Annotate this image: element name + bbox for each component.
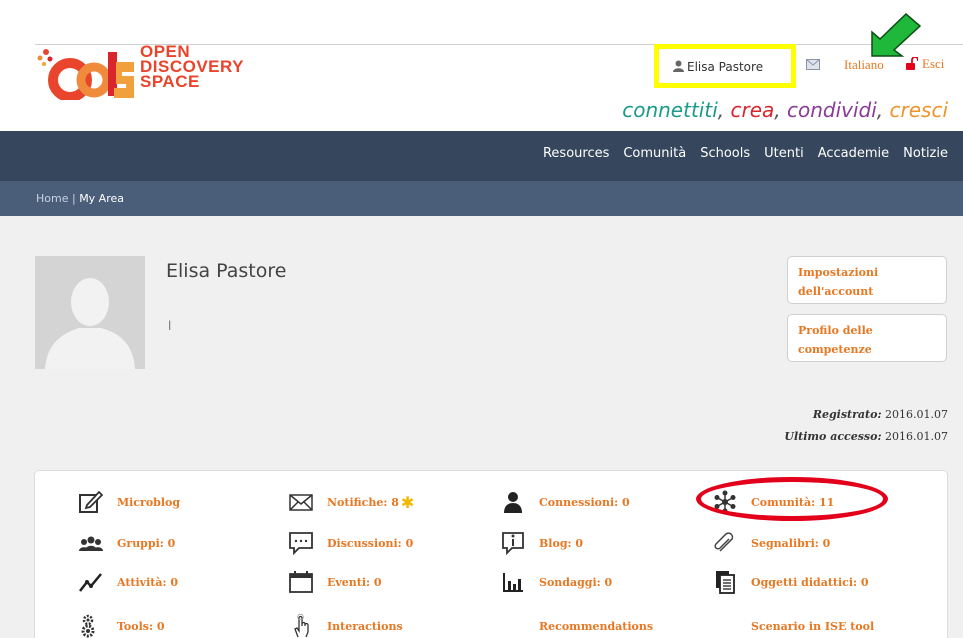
ods-logo[interactable]: OPEN DISCOVERY SPACE	[36, 43, 266, 100]
menu-item-discussioni[interactable]: Discussioni: 0	[289, 529, 413, 557]
menu-item-microblog[interactable]: Microblog	[79, 488, 180, 516]
menu-label: Notifiche: 8	[327, 495, 399, 509]
user-menu[interactable]: Elisa Pastore	[673, 60, 763, 74]
logout-label: Esci	[922, 56, 945, 71]
menu-label: Recommendations	[539, 619, 654, 633]
menu-label: Discussioni: 0	[327, 536, 414, 550]
menu-label: Interactions	[327, 619, 403, 633]
breadcrumb: Home | My Area	[36, 192, 124, 205]
menu-label: Blog: 0	[539, 536, 584, 550]
red-ellipse-annotation	[696, 477, 888, 521]
logo-line-3: SPACE	[140, 72, 200, 91]
menu-label: Oggetti didattici: 0	[751, 575, 869, 589]
menu-label: Segnalibri: 0	[751, 536, 831, 550]
new-notification-star-icon: ✱	[400, 492, 415, 512]
menu-item-connessioni[interactable]: Connessioni: 0	[501, 488, 630, 516]
main-nav: Resources Comunità Schools Utenti Accade…	[0, 131, 963, 181]
green-arrow-annotation	[871, 12, 922, 57]
user-name: Elisa Pastore	[687, 60, 764, 74]
menu-item-oggetti-didattici[interactable]: Oggetti didattici: 0	[713, 568, 869, 596]
tagline-word-4: cresci	[889, 98, 949, 122]
nav-item-comunita[interactable]: Comunità	[623, 146, 686, 161]
breadcrumb-home[interactable]: Home	[36, 192, 68, 205]
scenario-icon-placeholder	[713, 614, 737, 638]
last-access-value: 2016.01.07	[885, 430, 948, 443]
logout-link[interactable]: Esci	[906, 56, 944, 72]
paperclip-icon	[714, 532, 734, 552]
person-icon	[504, 492, 522, 513]
registration-info: Registrato: 2016.01.07 Ultimo accesso: 2…	[784, 404, 948, 448]
nav-item-resources[interactable]: Resources	[543, 146, 609, 161]
registered-value: 2016.01.07	[885, 408, 948, 421]
menu-item-notifiche[interactable]: Notifiche: 8 ✱	[289, 488, 414, 516]
ods-logo-mark	[37, 49, 134, 100]
account-settings-button[interactable]: Impostazioni dell'account	[787, 256, 947, 304]
calendar-icon	[289, 571, 313, 593]
language-selector[interactable]: Italiano	[844, 57, 884, 73]
registered-label: Registrato:	[812, 408, 882, 421]
menu-label: Tools: 0	[117, 619, 165, 633]
breadcrumb-sep: |	[68, 192, 80, 205]
tagline-word-1: connettiti	[622, 98, 718, 122]
blog-icon	[502, 532, 524, 555]
menu-item-scenario-ise[interactable]: Scenario in ISE tool	[713, 612, 874, 638]
tagline-sep-2: ,	[774, 98, 787, 122]
profile-section: Elisa Pastore l Impostazioni dell'accoun…	[0, 216, 963, 638]
nav-item-accademie[interactable]: Accademie	[818, 146, 889, 161]
avatar	[35, 256, 145, 369]
chat-icon	[289, 532, 313, 555]
menu-item-segnalibri[interactable]: Segnalibri: 0	[713, 529, 830, 557]
breadcrumb-current: My Area	[79, 192, 124, 205]
user-icon	[673, 60, 684, 72]
group-icon	[79, 536, 103, 551]
menu-label: Connessioni: 0	[539, 495, 630, 509]
tagline-word-3: condividi	[786, 98, 877, 122]
nav-item-utenti[interactable]: Utenti	[764, 146, 804, 161]
default-avatar-icon	[35, 256, 145, 369]
bar-chart-icon	[503, 573, 523, 592]
menu-label: Gruppi: 0	[117, 536, 176, 550]
tagline-sep-3: ,	[876, 98, 890, 122]
profile-name: Elisa Pastore	[166, 260, 287, 282]
menu-item-blog[interactable]: Blog: 0	[501, 529, 583, 557]
user-highlight-box: Elisa Pastore	[654, 44, 796, 88]
nav-item-notizie[interactable]: Notizie	[903, 146, 948, 161]
menu-item-attivita[interactable]: Attività: 0	[79, 568, 178, 596]
menu-label: Sondaggi: 0	[539, 575, 613, 589]
tagline: connettiti, crea, condividi, cresci	[622, 98, 948, 122]
menu-item-tools[interactable]: Tools: 0	[79, 612, 165, 638]
menu-item-interactions[interactable]: Interactions	[289, 612, 403, 638]
edit-icon	[79, 490, 103, 513]
menu-item-gruppi[interactable]: Gruppi: 0	[79, 529, 175, 557]
documents-icon	[716, 571, 735, 594]
logo-wordmark: OPEN DISCOVERY SPACE	[140, 43, 244, 91]
menu-label: Microblog	[117, 495, 181, 509]
unlock-icon	[906, 57, 918, 70]
recommendations-icon-placeholder	[501, 614, 525, 638]
menu-item-sondaggi[interactable]: Sondaggi: 0	[501, 568, 612, 596]
tagline-sep-1: ,	[717, 98, 731, 122]
envelope-icon	[289, 494, 313, 511]
gears-icon	[81, 614, 95, 638]
menu-label: Scenario in ISE tool	[751, 619, 875, 633]
nav-item-schools[interactable]: Schools	[700, 146, 750, 161]
menu-label: Eventi: 0	[327, 575, 382, 589]
tagline-word-2: crea	[730, 98, 775, 122]
last-access-label: Ultimo accesso:	[784, 430, 882, 443]
menu-item-recommendations[interactable]: Recommendations	[501, 612, 653, 638]
menu-item-eventi[interactable]: Eventi: 0	[289, 568, 382, 596]
hand-pointer-icon	[294, 614, 309, 638]
menu-label: Attività: 0	[117, 575, 179, 589]
profile-bio: l	[168, 319, 172, 333]
mail-icon[interactable]	[806, 59, 820, 70]
activity-icon	[79, 573, 102, 592]
competence-profile-button[interactable]: Profilo delle competenze	[787, 314, 947, 362]
breadcrumb-bar: Home | My Area	[0, 181, 963, 216]
